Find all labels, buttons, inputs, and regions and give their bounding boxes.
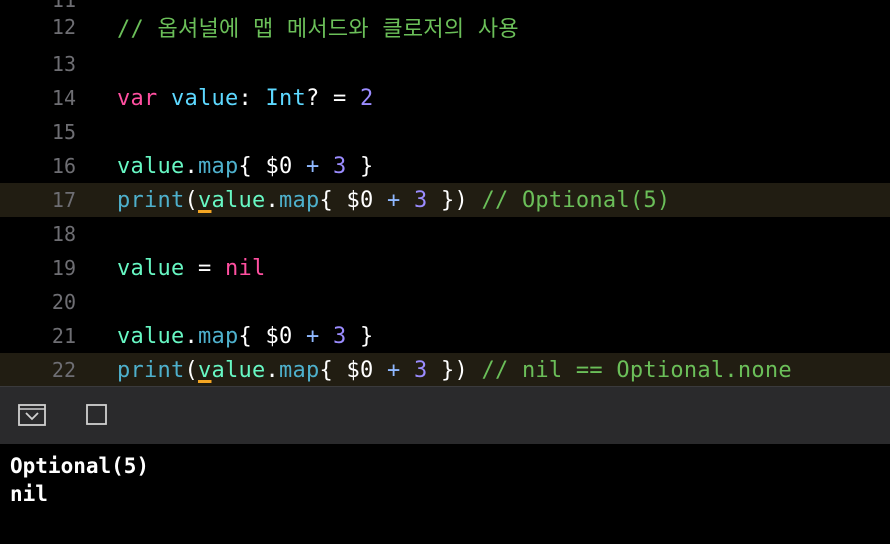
code-line-19[interactable]: 19 value = nil: [0, 251, 890, 285]
code-line-14[interactable]: 14 var value: Int? = 2: [0, 81, 890, 115]
square-icon: [86, 404, 107, 425]
code-text: value.map{ $0 + 3 }: [117, 153, 374, 179]
line-number: 19: [51, 256, 76, 280]
line-number: 16: [51, 154, 76, 178]
code-line-12[interactable]: 12 // 옵셔널에 맵 메서드와 클로저의 사용: [0, 10, 890, 44]
code-text: print(value.map{ $0 + 3 }) // nil == Opt…: [117, 357, 792, 383]
code-line-16[interactable]: 16 value.map{ $0 + 3 }: [0, 149, 890, 183]
console-line: nil: [10, 482, 48, 506]
hide-debug-area-icon: [18, 404, 46, 426]
line-number: 18: [51, 222, 76, 246]
code-line-21[interactable]: 21 value.map{ $0 + 3 }: [0, 319, 890, 353]
code-line-17[interactable]: 17 print(value.map{ $0 + 3 }) // Optiona…: [0, 183, 890, 217]
code-line-20[interactable]: 20: [0, 285, 890, 319]
line-number: 15: [51, 120, 76, 144]
code-editor[interactable]: 11 12 // 옵셔널에 맵 메서드와 클로저의 사용 13 14 var v…: [0, 0, 890, 386]
line-number: 14: [51, 86, 76, 110]
code-text: value.map{ $0 + 3 }: [117, 323, 374, 349]
console-line: Optional(5): [10, 454, 150, 478]
line-number: 13: [51, 52, 76, 76]
line-number: 17: [51, 188, 76, 212]
debug-toolbar: [0, 386, 890, 444]
hide-debug-area-button[interactable]: [18, 403, 46, 427]
split-view-button[interactable]: [82, 403, 110, 427]
code-line-22[interactable]: 22 print(value.map{ $0 + 3 }) // nil == …: [0, 353, 890, 386]
line-number: 12: [51, 15, 76, 39]
code-text: var value: Int? = 2: [117, 85, 374, 111]
code-comment: // 옵셔널에 맵 메서드와 클로저의 사용: [117, 17, 519, 42]
code-line-13[interactable]: 13: [0, 47, 890, 81]
code-text: value = nil: [117, 255, 266, 281]
code-text: print(value.map{ $0 + 3 }) // Optional(5…: [117, 187, 671, 213]
line-number: 20: [51, 290, 76, 314]
console-output[interactable]: Optional(5) nil: [0, 444, 890, 544]
line-number: 21: [51, 324, 76, 348]
line-number: 22: [51, 358, 76, 382]
code-line-18[interactable]: 18: [0, 217, 890, 251]
code-line-15[interactable]: 15: [0, 115, 890, 149]
